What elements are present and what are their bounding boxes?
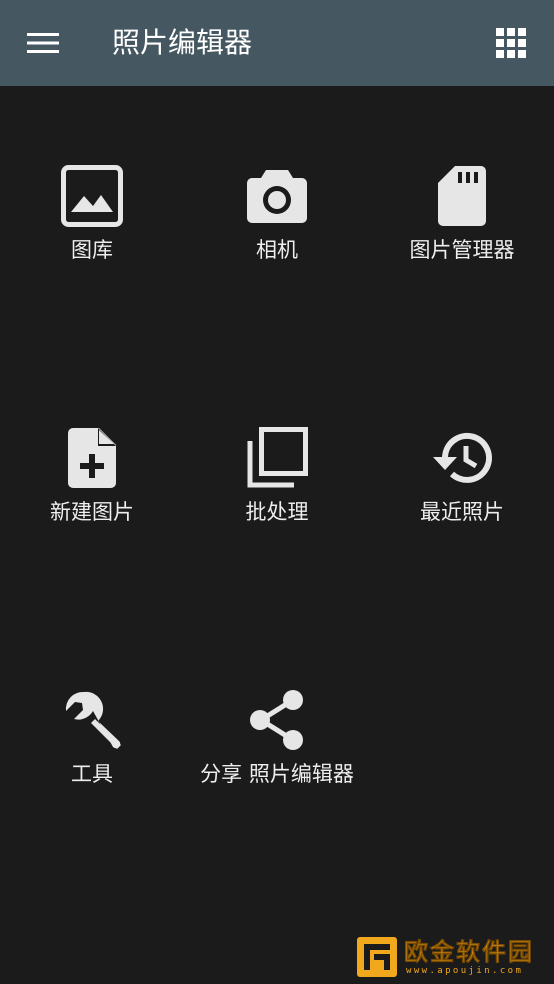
watermark-logo-icon (356, 936, 398, 978)
camera-tile[interactable]: 相机 (185, 86, 369, 262)
watermark: 欧金软件园 www.apoujin.com (356, 936, 548, 978)
watermark-text: 欧金软件园 (404, 938, 534, 967)
recent-photos-tile[interactable]: 最近照片 (370, 348, 554, 524)
new-file-icon (60, 426, 124, 490)
sd-card-icon (430, 164, 494, 228)
gallery-tile[interactable]: 图库 (0, 86, 184, 262)
app-bar: 照片编辑器 (0, 0, 554, 86)
app-title: 照片编辑器 (112, 26, 253, 59)
share-tile[interactable]: 分享 照片编辑器 (185, 610, 369, 786)
share-label: 分享 照片编辑器 (200, 762, 354, 786)
new-image-tile[interactable]: 新建图片 (0, 348, 184, 524)
history-icon (430, 426, 494, 490)
watermark-url: www.apoujin.com (406, 966, 524, 976)
batch-tile[interactable]: 批处理 (185, 348, 369, 524)
recent-photos-label: 最近照片 (420, 500, 504, 524)
image-manager-tile[interactable]: 图片管理器 (370, 86, 554, 262)
library-stack-icon (245, 426, 309, 490)
tools-tile[interactable]: 工具 (0, 610, 184, 786)
hamburger-menu-icon[interactable] (24, 26, 62, 60)
image-manager-label: 图片管理器 (409, 238, 515, 262)
camera-icon (245, 164, 309, 228)
wrench-icon (60, 688, 124, 752)
share-icon (245, 688, 309, 752)
image-icon (60, 164, 124, 228)
apps-grid-icon[interactable] (492, 24, 530, 62)
